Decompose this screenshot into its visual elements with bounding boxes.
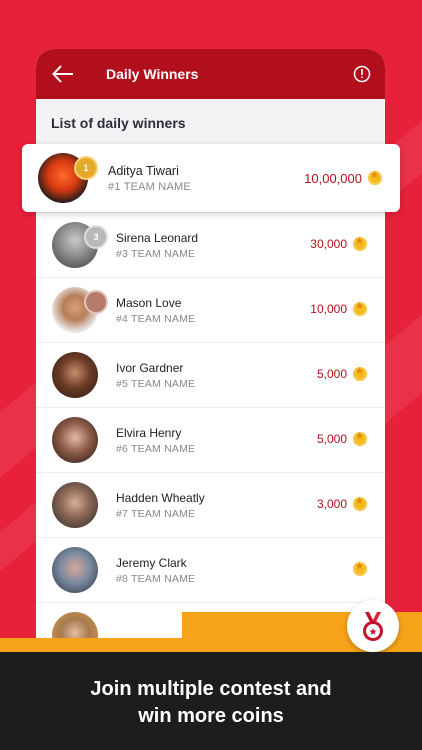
accent-strip <box>0 638 240 652</box>
gold-rank-badge: 1 <box>76 158 96 178</box>
team-name: #1 TEAM NAME <box>108 181 191 193</box>
prize-amount: 30,000 <box>310 237 347 251</box>
list-title: List of daily winners <box>51 114 186 131</box>
promo-text: Join multiple contest and win more coins <box>0 676 422 730</box>
coin-star-icon <box>353 236 367 251</box>
list-item[interactable]: 3 Sirena Leonard #3 TEAM NAME 30,000 <box>36 213 385 278</box>
list-item[interactable]: Hadden Wheatly #7 TEAM NAME 3,000 <box>36 473 385 538</box>
winner-name: Ivor Gardner <box>116 361 184 375</box>
top-winner-card[interactable]: 1 Aditya Tiwari #1 TEAM NAME 10,00,000 <box>22 144 400 212</box>
coin-star-icon <box>368 170 382 185</box>
prize-amount: 10,00,000 <box>304 171 362 186</box>
bronze-rank-badge <box>86 292 106 312</box>
prize-amount: 5,000 <box>316 432 347 446</box>
coin-star-icon <box>353 431 367 446</box>
winner-name: Elvira Henry <box>116 426 182 440</box>
team-name: #7 TEAM NAME <box>116 508 196 520</box>
list-item[interactable]: Mason Love #4 TEAM NAME 10,000 <box>36 278 385 343</box>
page-title: Daily Winners <box>106 66 199 82</box>
medal-icon: ★ <box>363 612 383 641</box>
avatar <box>52 417 98 463</box>
team-name: #3 TEAM NAME <box>116 248 196 260</box>
info-circle-icon[interactable] <box>353 65 371 83</box>
list-item[interactable]: Elvira Henry #6 TEAM NAME 5,000 <box>36 408 385 473</box>
promo-banner: Join multiple contest and win more coins <box>0 652 422 750</box>
list-item[interactable]: Jeremy Clark #8 TEAM NAME <box>36 538 385 603</box>
team-name: #5 TEAM NAME <box>116 378 196 390</box>
team-name: #4 TEAM NAME <box>116 313 196 325</box>
prize-amount: 5,000 <box>316 367 347 381</box>
winner-name: Jeremy Clark <box>116 556 187 570</box>
prize-amount: 10,000 <box>310 302 347 316</box>
prize-amount: 3,000 <box>316 497 347 511</box>
list-item[interactable]: Ivor Gardner #5 TEAM NAME 5,000 <box>36 343 385 408</box>
phone-screen: Daily Winners List of daily winners 3 Si… <box>36 49 385 669</box>
coin-star-icon <box>353 561 367 576</box>
arrow-left-icon[interactable] <box>52 64 74 84</box>
winner-name: Mason Love <box>116 296 182 310</box>
winner-name: Hadden Wheatly <box>116 491 205 505</box>
silver-rank-badge: 3 <box>86 227 106 247</box>
coin-star-icon <box>353 366 367 381</box>
svg-text:★: ★ <box>369 627 378 638</box>
promo-line-2: win more coins <box>138 705 284 727</box>
app-bar: Daily Winners <box>36 49 385 99</box>
avatar <box>52 352 98 398</box>
medal-button[interactable]: ★ <box>347 600 399 652</box>
team-name: #8 TEAM NAME <box>116 573 196 585</box>
coin-star-icon <box>353 301 367 316</box>
avatar <box>52 547 98 593</box>
winners-list: 3 Sirena Leonard #3 TEAM NAME 30,000 Mas… <box>36 146 385 668</box>
coin-star-icon <box>353 496 367 511</box>
promo-line-1: Join multiple contest and <box>90 678 332 700</box>
winner-name: Sirena Leonard <box>116 231 199 245</box>
list-header: List of daily winners <box>36 99 385 146</box>
team-name: #6 TEAM NAME <box>116 443 196 455</box>
winner-name: Aditya Tiwari <box>108 164 179 178</box>
avatar <box>52 482 98 528</box>
